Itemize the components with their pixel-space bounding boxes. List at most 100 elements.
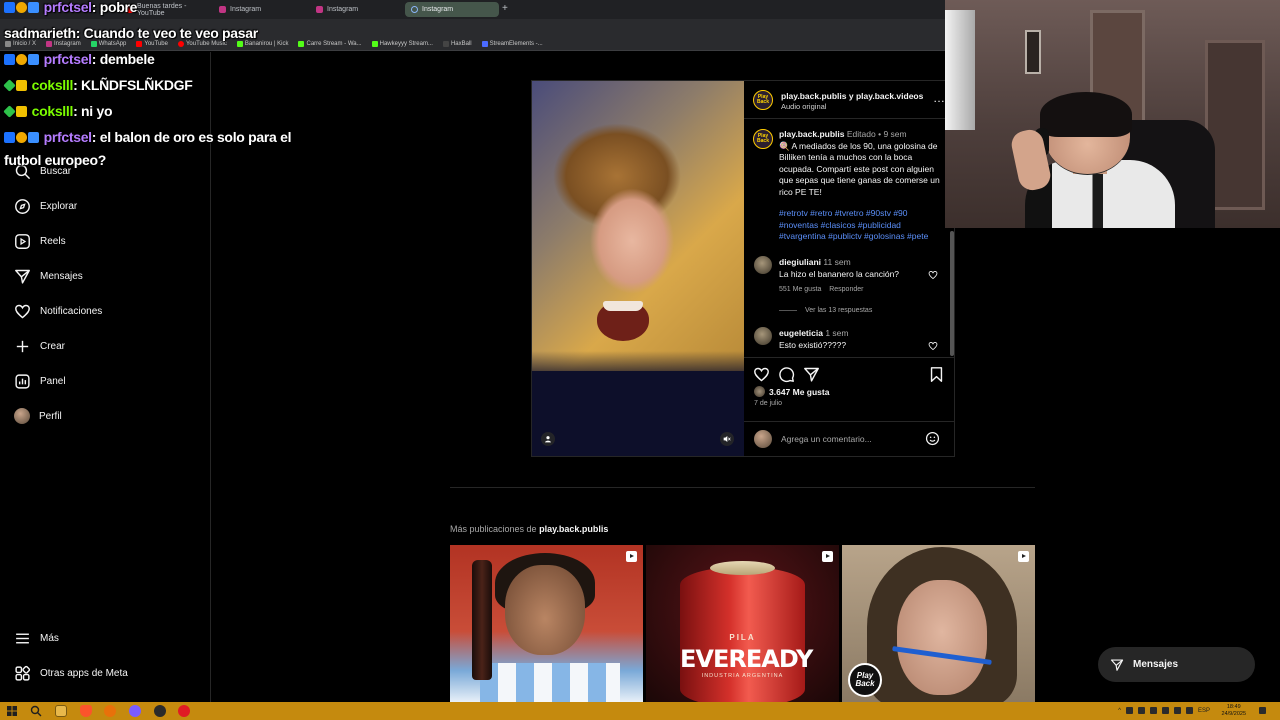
- bookmark-hawkeyyy[interactable]: Hawkeyyy Stream...: [371, 41, 433, 47]
- app-icon[interactable]: [129, 705, 141, 717]
- reel-icon: [626, 551, 637, 562]
- input-language[interactable]: ESP: [1198, 708, 1210, 714]
- tray-icon[interactable]: [1125, 707, 1133, 714]
- notification-icon[interactable]: [1259, 707, 1266, 714]
- send-icon: [15, 269, 30, 284]
- messages-button[interactable]: Mensajes: [1098, 647, 1255, 682]
- share-icon[interactable]: [803, 366, 820, 383]
- meta-apps-icon: [15, 665, 31, 681]
- tray-icon[interactable]: [1161, 707, 1169, 714]
- system-tray: ^ ESP: [1118, 707, 1210, 714]
- windows-start-icon[interactable]: [6, 705, 18, 717]
- wifi-icon[interactable]: [1173, 707, 1181, 714]
- post-audio[interactable]: Audio original: [781, 102, 826, 111]
- webcam-overlay: [945, 0, 1280, 228]
- post-header: Play Back play.back.publis y play.back.v…: [744, 81, 954, 119]
- reels-icon: [15, 233, 30, 249]
- comments-list: Play Back play.back.publis Editado • 9 s…: [744, 120, 950, 356]
- badge-icon: [28, 54, 39, 65]
- chat-message: prfctsel: dembele: [4, 51, 155, 67]
- file-explorer-icon[interactable]: [55, 705, 67, 717]
- tray-icon[interactable]: [1149, 707, 1157, 714]
- reel-icon: [1018, 551, 1029, 562]
- post-authors[interactable]: play.back.publis y play.back.videos: [781, 91, 923, 101]
- bookmark-haxball[interactable]: HaxBall: [442, 41, 472, 47]
- likes-count[interactable]: 3.647 Me gusta: [754, 386, 829, 397]
- sidebar-item-reels[interactable]: Reels: [14, 232, 66, 250]
- badge-icon: [4, 54, 15, 65]
- sidebar-item-notificaciones[interactable]: Notificaciones: [14, 302, 102, 320]
- tray-icon[interactable]: [1137, 707, 1145, 714]
- caption-avatar[interactable]: Play Back: [753, 129, 773, 149]
- caption-hashtags[interactable]: #retrotv #retro #tvretro #90stv #90 #nov…: [779, 208, 944, 243]
- comment-icon[interactable]: [778, 366, 795, 383]
- taskbar: ^ ESP 18:49 24/9/2025: [0, 702, 1280, 720]
- avatar: [754, 430, 772, 448]
- volume-icon[interactable]: [1185, 707, 1193, 714]
- badge-icon: [4, 132, 15, 143]
- reel-icon: [822, 551, 833, 562]
- comment-input[interactable]: [781, 430, 921, 448]
- post-actions: 3.647 Me gusta 7 de julio: [744, 357, 954, 409]
- crown-icon: [16, 80, 27, 91]
- post-thumbnail[interactable]: Play Back: [842, 545, 1035, 702]
- app-icon[interactable]: [104, 705, 116, 717]
- more-posts-heading: Más publicaciones de play.back.publis: [450, 524, 609, 534]
- mute-icon[interactable]: [720, 432, 734, 446]
- chat-message: cokslll: KLÑDFSLÑKDGF: [3, 77, 193, 93]
- like-icon[interactable]: [753, 366, 770, 383]
- emoji-icon[interactable]: [925, 431, 940, 446]
- caption: play.back.publis Editado • 9 sem 🍭 A med…: [779, 129, 940, 197]
- compass-icon: [15, 198, 30, 214]
- chat-message: sadmarieth: Cuando te veo te veo pasar: [4, 25, 258, 41]
- haxball-icon: [442, 41, 449, 47]
- sidebar-item-perfil[interactable]: Perfil: [14, 407, 62, 425]
- badge-icon: [16, 132, 27, 143]
- badge-icon: [28, 2, 39, 13]
- tab-instagram-active[interactable]: Instagram: [405, 2, 499, 17]
- chart-icon: [15, 373, 30, 389]
- comments-scrollbar[interactable]: [950, 231, 954, 356]
- post-thumbnail[interactable]: [450, 545, 643, 702]
- comment: eugeleticia 1 sem Esto existió?????: [779, 328, 849, 350]
- sidebar-item-crear[interactable]: Crear: [14, 337, 65, 355]
- section-divider: [450, 487, 1035, 488]
- chat-message: prfctsel: el balon de oro es solo para e…: [4, 129, 291, 145]
- new-tab-button[interactable]: +: [502, 3, 508, 14]
- search-icon[interactable]: [30, 705, 42, 717]
- view-replies-button[interactable]: Ver las 13 respuestas: [779, 307, 872, 314]
- bookmark-streamelements[interactable]: StreamElements -...: [481, 41, 543, 47]
- clock[interactable]: 18:49 24/9/2025: [1222, 704, 1246, 718]
- menu-icon: [16, 633, 29, 643]
- comment-avatar[interactable]: [754, 327, 772, 345]
- sidebar-item-mas[interactable]: Más: [14, 629, 59, 647]
- bookmark-icon[interactable]: [928, 366, 945, 383]
- brave-icon[interactable]: [80, 705, 92, 717]
- author-avatar[interactable]: Play Back: [753, 90, 773, 110]
- loading-icon: [411, 6, 418, 13]
- badge-icon: [4, 2, 15, 13]
- chevron-up-icon[interactable]: ^: [1118, 708, 1121, 714]
- comment-meta: 551 Me gusta Responder: [779, 286, 864, 293]
- like-comment-icon[interactable]: [928, 270, 938, 280]
- tagged-user-icon[interactable]: [541, 432, 555, 446]
- video-fade: [532, 351, 744, 381]
- app-icon[interactable]: [178, 705, 190, 717]
- badge-icon: [16, 54, 27, 65]
- reel-video[interactable]: [532, 81, 744, 456]
- sidebar-item-mensajes[interactable]: Mensajes: [14, 267, 83, 285]
- badge-icon: [28, 132, 39, 143]
- comment-avatar[interactable]: [754, 256, 772, 274]
- send-icon: [1110, 658, 1124, 671]
- sidebar-item-otras-apps[interactable]: Otras apps de Meta: [14, 664, 128, 682]
- comment: diegiuliani 11 sem La hizo el bananero l…: [779, 257, 900, 279]
- obs-icon[interactable]: [154, 705, 166, 717]
- crown-icon: [16, 106, 27, 117]
- badge-icon: [3, 79, 16, 92]
- add-comment-bar: [744, 421, 954, 456]
- sidebar-item-panel[interactable]: Panel: [14, 372, 66, 390]
- like-comment-icon[interactable]: [928, 341, 938, 351]
- sidebar-item-explorar[interactable]: Explorar: [14, 197, 77, 215]
- streamelements-icon: [481, 41, 488, 47]
- post-thumbnail[interactable]: PILA EVEREADY INDUSTRIA ARGENTINA: [646, 545, 839, 702]
